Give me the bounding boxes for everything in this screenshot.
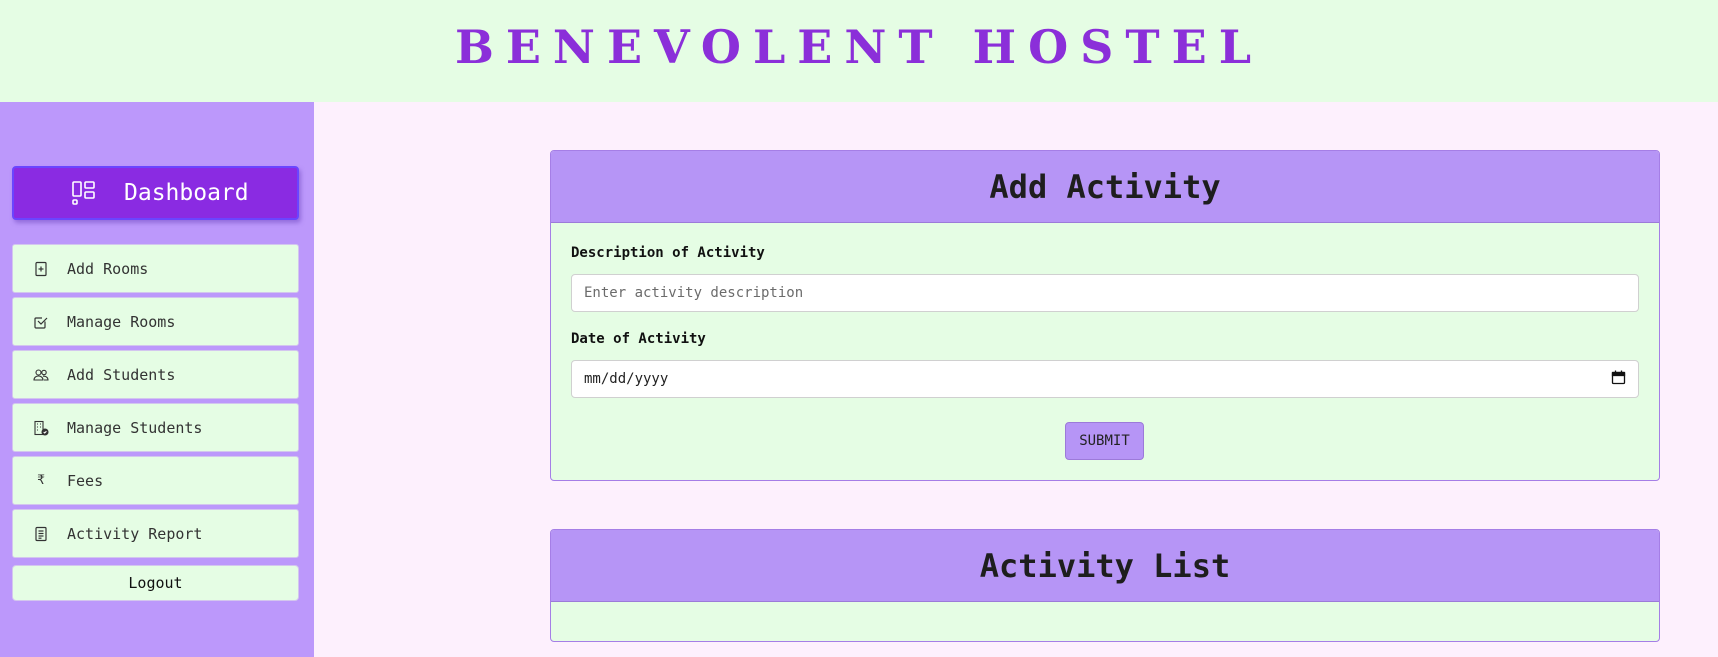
check-square-icon xyxy=(33,314,49,330)
sidebar-item-add-rooms[interactable]: Add Rooms xyxy=(12,244,299,293)
sidebar-item-activity-report[interactable]: Activity Report xyxy=(12,509,299,558)
calendar-icon[interactable] xyxy=(1611,370,1626,389)
description-input[interactable] xyxy=(571,274,1639,312)
logout-button[interactable]: Logout xyxy=(12,565,299,601)
sidebar-item-fees[interactable]: ₹ Fees xyxy=(12,456,299,505)
dashboard-button[interactable]: Dashboard xyxy=(12,166,299,220)
rupee-icon: ₹ xyxy=(37,472,45,488)
activity-list-card: Activity List xyxy=(550,529,1660,642)
sidebar-item-label: Activity Report xyxy=(67,524,203,543)
sidebar-item-label: Add Rooms xyxy=(67,259,149,278)
building-check-icon xyxy=(33,420,49,436)
add-activity-title: Add Activity xyxy=(551,151,1659,223)
submit-button[interactable]: SUBMIT xyxy=(1065,422,1144,460)
site-header: BENEVOLENT HOSTEL xyxy=(0,0,1718,102)
add-activity-card: Add Activity Description of Activity Dat… xyxy=(550,150,1660,481)
dashboard-layout-icon xyxy=(70,179,98,207)
sidebar-item-label: Manage Rooms xyxy=(67,312,176,331)
sidebar: Dashboard Add Rooms Manage Rooms Add Stu… xyxy=(0,102,314,657)
sidebar-item-label: Manage Students xyxy=(67,418,203,437)
sidebar-item-add-students[interactable]: Add Students xyxy=(12,350,299,399)
date-label: Date of Activity xyxy=(571,331,706,347)
sidebar-item-label: Fees xyxy=(67,471,104,490)
sidebar-item-manage-students[interactable]: Manage Students xyxy=(12,403,299,452)
sidebar-item-manage-rooms[interactable]: Manage Rooms xyxy=(12,297,299,346)
dashboard-label: Dashboard xyxy=(124,180,249,206)
people-icon xyxy=(33,367,49,383)
site-title: BENEVOLENT HOSTEL xyxy=(454,20,1264,74)
description-label: Description of Activity xyxy=(571,245,765,261)
document-icon xyxy=(33,526,49,542)
activity-list-title: Activity List xyxy=(551,530,1659,602)
date-placeholder: mm/dd/yyyy xyxy=(584,371,669,387)
date-input[interactable]: mm/dd/yyyy xyxy=(571,360,1639,398)
add-file-icon xyxy=(33,261,49,277)
sidebar-item-label: Add Students xyxy=(67,365,176,384)
